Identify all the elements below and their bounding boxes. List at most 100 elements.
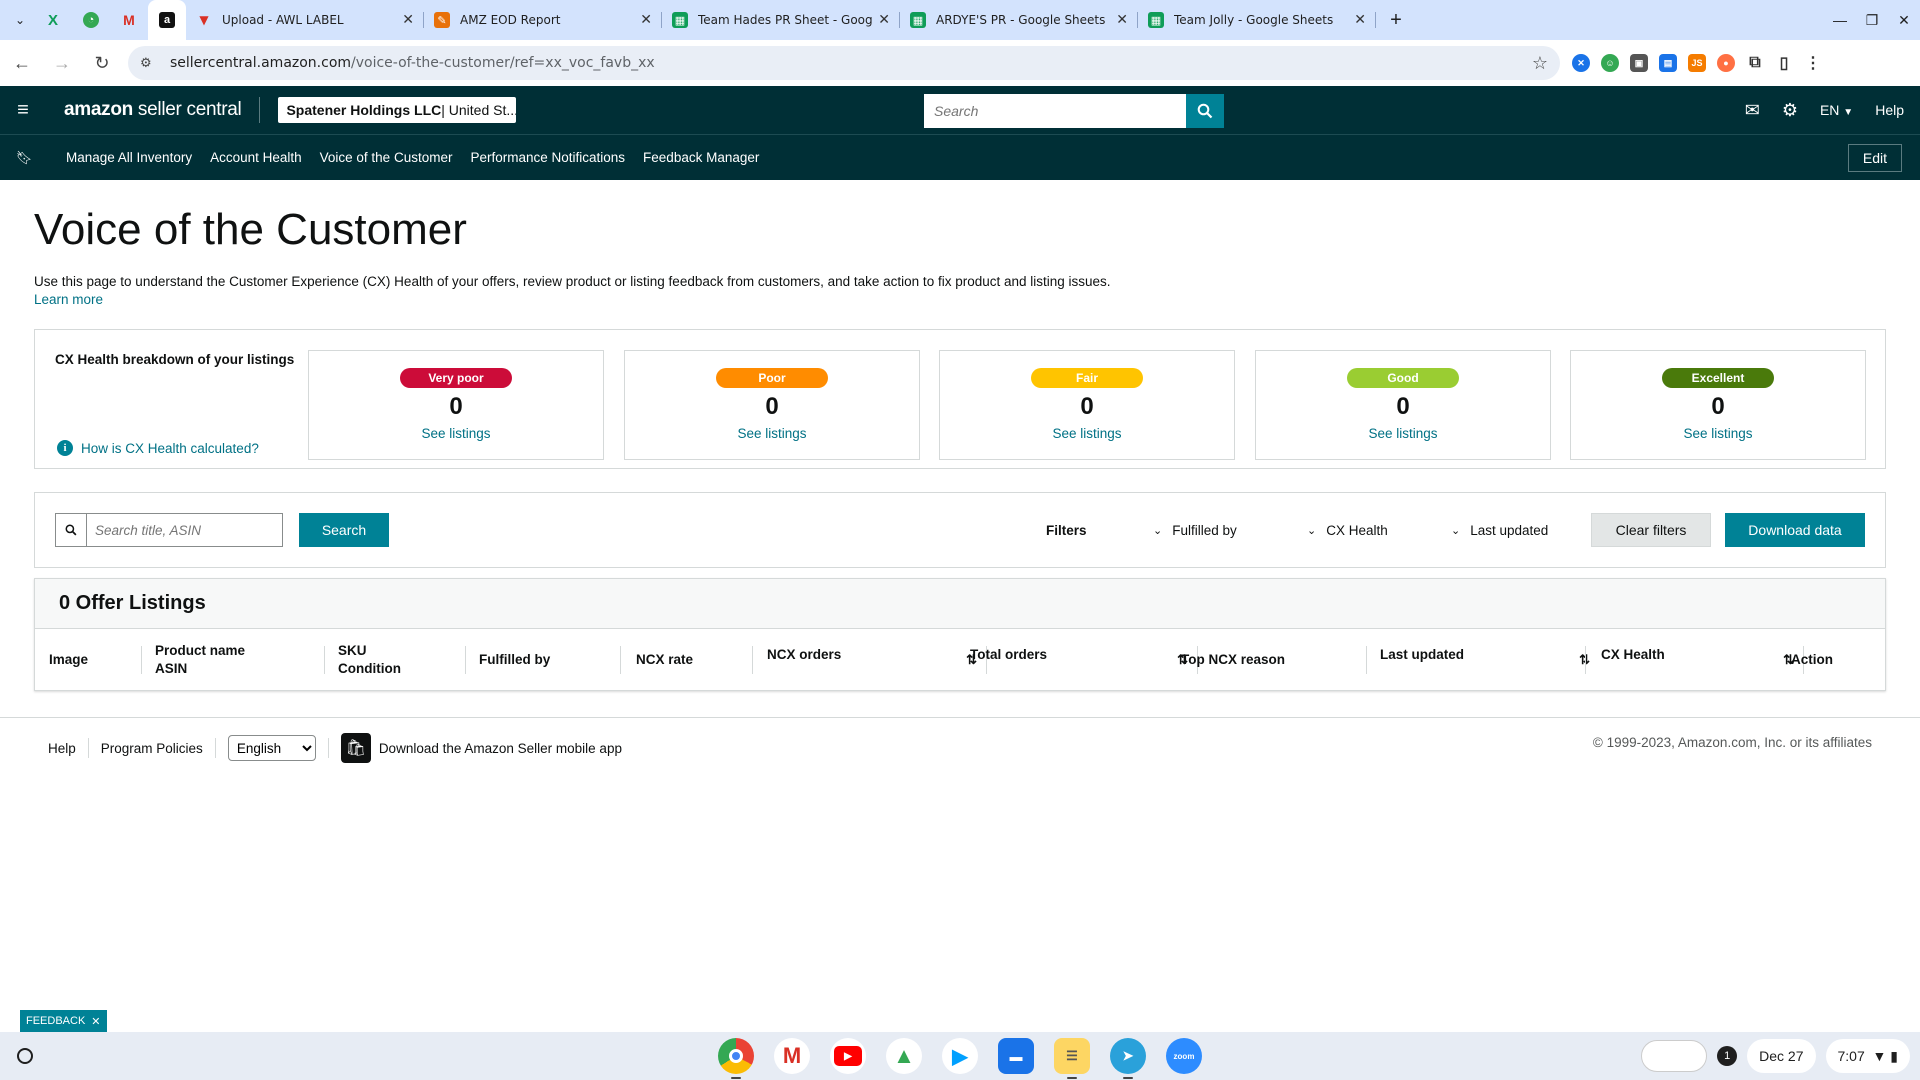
- notification-badge[interactable]: 1: [1717, 1046, 1738, 1066]
- extension-icon[interactable]: ●: [1717, 54, 1735, 72]
- back-arrow-icon[interactable]: ←: [4, 53, 40, 74]
- status-area[interactable]: 7:07 ▼ ▮: [1825, 1039, 1910, 1073]
- info-icon: i: [57, 440, 73, 456]
- nav-voice-of-the-customer[interactable]: Voice of the Customer: [320, 150, 453, 165]
- header-search-button[interactable]: [1186, 94, 1224, 128]
- mobile-app-link[interactable]: Download the Amazon Seller mobile app: [379, 741, 622, 756]
- menu-kebab-icon[interactable]: ⋮: [1804, 54, 1822, 72]
- new-tab-button[interactable]: +: [1382, 6, 1410, 34]
- nav-manage-all-inventory[interactable]: Manage All Inventory: [66, 150, 192, 165]
- minimize-icon[interactable]: —: [1824, 12, 1856, 28]
- clear-filters-button[interactable]: Clear filters: [1591, 513, 1711, 547]
- maximize-icon[interactable]: ❐: [1856, 12, 1888, 29]
- cx-health-help[interactable]: i How is CX Health calculated?: [57, 440, 259, 456]
- play-store-icon[interactable]: ▶: [942, 1038, 978, 1074]
- extension-icon[interactable]: JS: [1688, 54, 1706, 72]
- program-policies-link[interactable]: Program Policies: [101, 741, 203, 756]
- extension-icon[interactable]: ▣: [1630, 54, 1648, 72]
- puzzle-icon[interactable]: ⧉: [1746, 54, 1764, 72]
- pinned-tab-excel[interactable]: X: [34, 0, 72, 40]
- col-image: Image: [49, 629, 88, 691]
- search-button[interactable]: Search: [299, 513, 389, 547]
- page-description: Use this page to understand the Customer…: [34, 274, 1111, 289]
- tab-close-icon[interactable]: ✕: [1354, 12, 1366, 28]
- address-bar[interactable]: ⚙ sellercentral.amazon.com/voice-of-the-…: [128, 46, 1560, 80]
- col-sku: SKU Condition: [338, 629, 401, 691]
- extension-icon[interactable]: ▤: [1659, 54, 1677, 72]
- listing-search-input[interactable]: [87, 514, 282, 546]
- date-pill[interactable]: Dec 27: [1747, 1039, 1816, 1073]
- close-window-icon[interactable]: ✕: [1888, 12, 1920, 29]
- table-header: Image Product name ASIN SKU Condition Fulf…: [35, 629, 1885, 691]
- filter-panel: Search Filters ⌄Fulfilled by ⌄CX Health …: [34, 492, 1886, 568]
- download-data-button[interactable]: Download data: [1725, 513, 1865, 547]
- col-cx-health[interactable]: CX Health ⇅: [1601, 629, 1794, 691]
- notes-icon[interactable]: ☰: [1054, 1038, 1090, 1079]
- bookmark-icon[interactable]: 🔖︎: [0, 150, 48, 166]
- pinned-tab-chrome-web[interactable]: ◔: [72, 0, 110, 40]
- files-icon[interactable]: ▬: [998, 1038, 1034, 1074]
- gmail-icon[interactable]: M: [774, 1038, 810, 1074]
- bookmark-star-icon[interactable]: ☆: [1532, 53, 1548, 74]
- side-panel-icon[interactable]: ▯: [1775, 54, 1793, 72]
- language-selector[interactable]: EN ▼: [1820, 102, 1853, 118]
- see-listings-link[interactable]: See listings: [309, 426, 603, 441]
- close-icon[interactable]: ✕: [91, 1015, 100, 1028]
- fulfilled-by-dropdown[interactable]: ⌄ Fulfilled by: [1153, 523, 1237, 538]
- col-last-updated[interactable]: Last updated ⇅: [1380, 629, 1590, 691]
- footer-language-select[interactable]: English: [227, 735, 316, 761]
- nav-account-health[interactable]: Account Health: [210, 150, 302, 165]
- footer-separator: [214, 738, 216, 758]
- nav-feedback-manager[interactable]: Feedback Manager: [643, 150, 759, 165]
- help-link[interactable]: Help: [1875, 102, 1904, 118]
- tab-close-icon[interactable]: ✕: [640, 12, 652, 28]
- column-divider: [1366, 646, 1367, 674]
- see-listings-link[interactable]: See listings: [625, 426, 919, 441]
- see-listings-link[interactable]: See listings: [940, 426, 1234, 441]
- seller-app-icon[interactable]: 🛍︎: [340, 733, 371, 763]
- browser-tab[interactable]: ▦ Team Jolly - Google Sheets ✕: [1138, 0, 1376, 40]
- extension-icon[interactable]: ☺: [1601, 54, 1619, 72]
- google-drive-icon[interactable]: ▲: [886, 1038, 922, 1074]
- tab-close-icon[interactable]: ✕: [1116, 12, 1128, 28]
- cx-health-help-link[interactable]: How is CX Health calculated?: [81, 441, 259, 456]
- zoom-icon[interactable]: zoom: [1166, 1038, 1202, 1074]
- cx-health-dropdown[interactable]: ⌄ CX Health: [1307, 523, 1388, 538]
- forward-arrow-icon[interactable]: →: [44, 53, 80, 74]
- screen-thumbnail[interactable]: [1641, 1040, 1708, 1072]
- learn-more-link[interactable]: Learn more: [34, 292, 103, 307]
- col-total-orders[interactable]: Total orders ⇅: [970, 629, 1188, 691]
- browser-tab[interactable]: ▼ Upload - AWL LABEL ✕: [186, 0, 424, 40]
- see-listings-link[interactable]: See listings: [1571, 426, 1865, 441]
- feedback-tab[interactable]: FEEDBACK ✕: [20, 1010, 107, 1032]
- browser-tab[interactable]: ▦ Team Hades PR Sheet - Google Sheets ✕: [662, 0, 900, 40]
- reload-icon[interactable]: ↻: [84, 53, 120, 74]
- see-listings-link[interactable]: See listings: [1256, 426, 1550, 441]
- launcher-icon[interactable]: [17, 1048, 33, 1064]
- account-switcher[interactable]: Spatener Holdings LLC | United St...: [278, 97, 517, 123]
- cx-count: 0: [1396, 393, 1410, 420]
- status-badge: Excellent: [1662, 368, 1774, 388]
- extension-icon[interactable]: ✕: [1572, 54, 1590, 72]
- pinned-tab-gmail[interactable]: M: [110, 0, 148, 40]
- seller-central-logo[interactable]: amazon seller central: [64, 99, 242, 121]
- telegram-icon[interactable]: ➤: [1110, 1038, 1146, 1079]
- tab-close-icon[interactable]: ✕: [878, 12, 890, 28]
- footer-help-link[interactable]: Help: [48, 741, 76, 756]
- browser-tab[interactable]: ▦ ARDYE'S PR - Google Sheets ✕: [900, 0, 1138, 40]
- youtube-icon[interactable]: ▶: [830, 1038, 866, 1074]
- pinned-tab-amazon[interactable]: a: [148, 0, 186, 40]
- site-info-icon[interactable]: ⚙: [140, 56, 160, 71]
- col-ncx-orders[interactable]: NCX orders ⇅: [767, 629, 977, 691]
- tab-search-dropdown-icon[interactable]: ⌄: [6, 6, 34, 34]
- hamburger-menu-icon[interactable]: ≡: [0, 99, 46, 122]
- header-search-input[interactable]: [924, 94, 1186, 128]
- nav-performance-notifications[interactable]: Performance Notifications: [470, 150, 625, 165]
- mail-icon[interactable]: ✉: [1745, 100, 1760, 121]
- chrome-icon[interactable]: [718, 1038, 754, 1079]
- gear-icon[interactable]: ⚙: [1782, 100, 1798, 121]
- last-updated-dropdown[interactable]: ⌄ Last updated: [1451, 523, 1548, 538]
- browser-tab[interactable]: ✎ AMZ EOD Report ✕: [424, 0, 662, 40]
- edit-bookmarks-button[interactable]: Edit: [1847, 144, 1902, 172]
- tab-close-icon[interactable]: ✕: [402, 12, 414, 28]
